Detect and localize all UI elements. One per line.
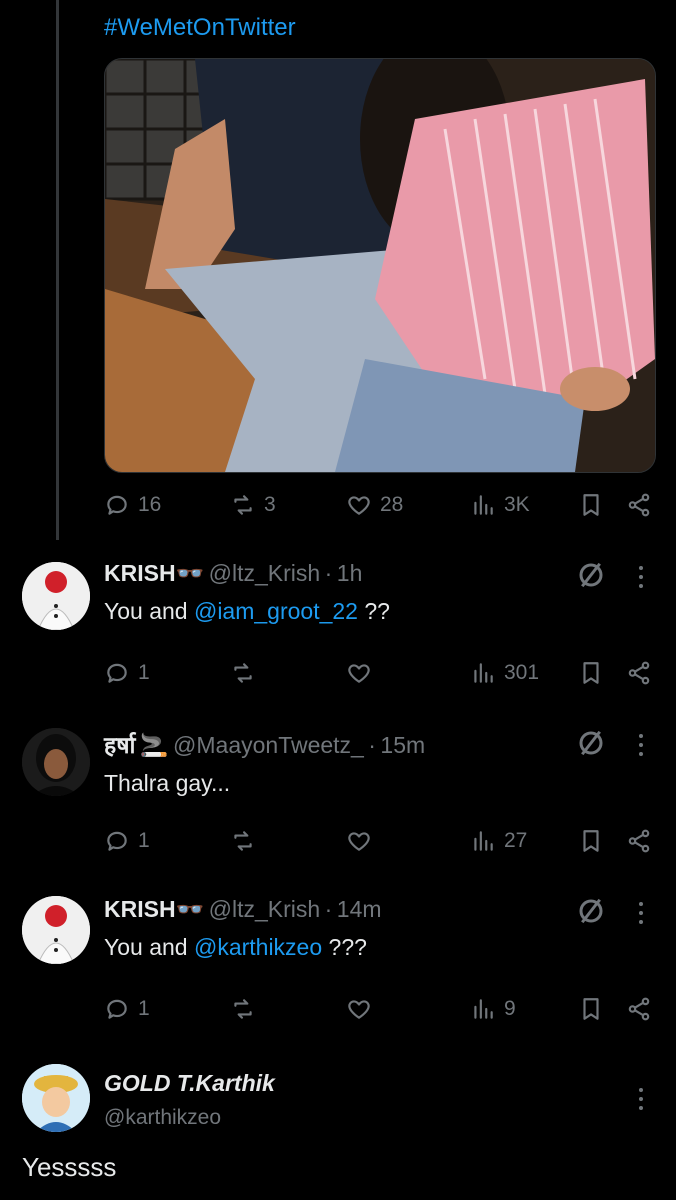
repost-button[interactable] — [230, 660, 256, 686]
views-button[interactable]: 9 — [470, 996, 516, 1022]
name-emoji: 👓 — [175, 560, 205, 586]
reply-button[interactable]: 1 — [104, 660, 150, 686]
reply-header: KRISH👓 @ltz_Krish · 1h — [104, 560, 362, 587]
repost-count: 3 — [264, 493, 276, 516]
reply-header: KRISH👓 @ltz_Krish · 14m — [104, 896, 382, 923]
mention-link[interactable]: @iam_groot_22 — [194, 598, 358, 624]
separator: · — [368, 732, 376, 758]
more-icon — [639, 1088, 643, 1092]
repost-button[interactable] — [230, 828, 256, 854]
repost-button[interactable] — [230, 996, 256, 1022]
grok-icon — [579, 898, 603, 924]
repost-icon — [234, 831, 252, 851]
bookmark-button[interactable] — [578, 828, 604, 854]
share-button[interactable] — [626, 828, 652, 854]
display-name[interactable]: GOLD T.Karthik — [104, 1070, 275, 1097]
grok-button[interactable] — [576, 728, 606, 763]
more-icon — [639, 566, 643, 570]
post-photo[interactable] — [104, 58, 656, 473]
share-button[interactable] — [626, 492, 652, 518]
like-button[interactable] — [346, 996, 372, 1022]
more-button[interactable] — [634, 734, 648, 756]
views-icon — [474, 495, 493, 515]
separator: · — [324, 896, 333, 922]
bookmark-button[interactable] — [578, 492, 604, 518]
timestamp[interactable]: 14m — [337, 896, 382, 922]
more-button[interactable] — [634, 902, 648, 924]
more-button[interactable] — [634, 566, 648, 588]
views-count: 3K — [504, 493, 530, 516]
like-icon — [348, 832, 370, 851]
views-button[interactable]: 3K — [470, 492, 530, 518]
handle[interactable]: @karthikzeo — [104, 1106, 221, 1130]
display-name[interactable]: KRISH — [104, 896, 176, 922]
separator: · — [324, 560, 333, 586]
share-button[interactable] — [626, 996, 652, 1022]
hashtag-link[interactable]: #WeMetOnTwitter — [104, 14, 296, 42]
like-count: 28 — [380, 493, 404, 516]
views-icon — [474, 999, 493, 1019]
repost-icon — [234, 663, 252, 683]
timestamp[interactable]: 15m — [380, 732, 425, 758]
bookmark-button[interactable] — [578, 996, 604, 1022]
reply-text: Thalra gay... — [104, 770, 231, 796]
reply-button[interactable]: 1 — [104, 828, 150, 854]
bookmark-button[interactable] — [578, 660, 604, 686]
handle[interactable]: @ltz_Krish — [209, 896, 321, 922]
grok-icon — [579, 562, 603, 588]
thread-line — [56, 0, 59, 540]
like-button[interactable] — [346, 828, 372, 854]
name-emoji: 👓 — [175, 896, 205, 922]
handle[interactable]: @MaayonTweetz_ — [173, 732, 364, 758]
reply-button[interactable]: 16 — [104, 492, 161, 518]
avatar[interactable] — [22, 1064, 90, 1132]
avatar[interactable] — [22, 728, 90, 796]
reply-icon — [107, 831, 127, 851]
share-icon — [628, 661, 650, 685]
reply-icon — [107, 495, 127, 515]
reply-text: Yesssss — [22, 1152, 117, 1182]
share-icon — [628, 493, 650, 517]
share-icon — [628, 997, 650, 1021]
reply-icon — [107, 999, 127, 1019]
reply-count: 16 — [138, 493, 162, 516]
timestamp[interactable]: 1h — [337, 560, 363, 586]
views-icon — [474, 663, 493, 683]
views-button[interactable]: 301 — [470, 660, 539, 686]
display-name[interactable]: हर्षा — [104, 732, 135, 758]
avatar[interactable] — [22, 562, 90, 630]
views-icon — [474, 831, 493, 851]
more-icon — [639, 734, 643, 738]
repost-icon — [234, 495, 252, 515]
repost-icon — [234, 999, 252, 1019]
more-icon — [639, 902, 643, 906]
bookmark-icon — [583, 662, 599, 684]
like-icon — [348, 496, 370, 515]
name-emoji: 🚬 — [139, 732, 169, 758]
reply-header: हर्षा 🚬 @MaayonTweetz_ · 15m — [104, 728, 425, 760]
reply-text: You and @iam_groot_22 ?? — [104, 598, 390, 624]
grok-button[interactable] — [576, 896, 606, 931]
views-button[interactable]: 27 — [470, 828, 527, 854]
handle[interactable]: @ltz_Krish — [209, 560, 321, 586]
mention-link[interactable]: @karthikzeo — [194, 934, 322, 960]
avatar[interactable] — [22, 896, 90, 964]
like-icon — [348, 1000, 370, 1019]
bookmark-icon — [583, 830, 599, 852]
reply-icon — [107, 663, 127, 683]
grok-icon — [579, 730, 603, 756]
bookmark-icon — [583, 494, 599, 516]
reply-text: You and @karthikzeo ??? — [104, 934, 367, 960]
grok-button[interactable] — [576, 560, 606, 595]
share-icon — [628, 829, 650, 853]
bookmark-icon — [583, 998, 599, 1020]
reply-button[interactable]: 1 — [104, 996, 150, 1022]
like-button[interactable] — [346, 660, 372, 686]
share-button[interactable] — [626, 660, 652, 686]
more-button[interactable] — [634, 1088, 648, 1110]
like-button[interactable]: 28 — [346, 492, 403, 518]
display-name[interactable]: KRISH — [104, 560, 176, 586]
like-icon — [348, 664, 370, 683]
repost-button[interactable]: 3 — [230, 492, 276, 518]
